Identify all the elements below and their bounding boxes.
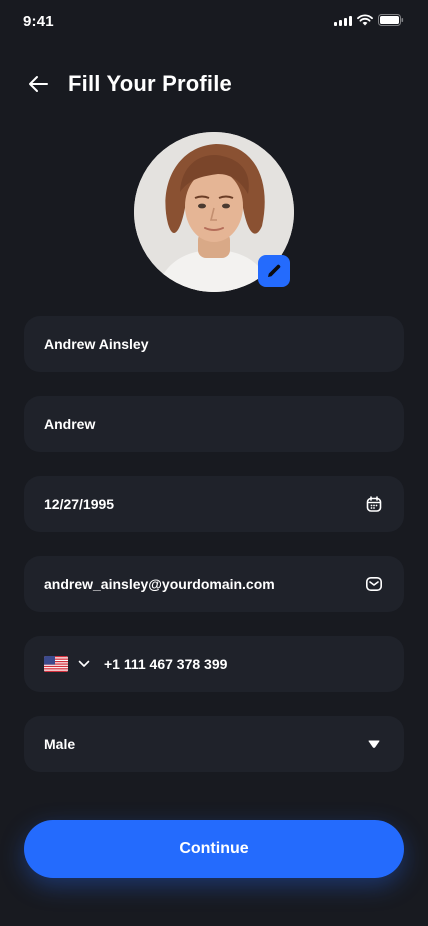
status-time: 9:41 [23, 13, 54, 30]
gender-select[interactable]: Male [24, 716, 404, 772]
avatar-container [134, 132, 294, 292]
full-name-value: Andrew Ainsley [44, 336, 149, 352]
continue-button[interactable]: Continue [24, 820, 404, 878]
phone-field[interactable]: +1 111 467 378 399 [24, 636, 404, 692]
battery-icon [378, 14, 404, 26]
date-of-birth-field[interactable]: 12/27/1995 [24, 476, 404, 532]
email-value: andrew_ainsley@yourdomain.com [44, 576, 275, 592]
header: Fill Your Profile [24, 64, 232, 104]
full-name-field[interactable]: Andrew Ainsley [24, 316, 404, 372]
calendar-icon[interactable] [364, 494, 384, 514]
chevron-down-icon [78, 660, 90, 667]
back-button[interactable] [24, 70, 52, 98]
page-title: Fill Your Profile [68, 71, 232, 96]
wifi-icon [357, 14, 373, 26]
country-code-dropdown[interactable] [78, 660, 90, 668]
caret-down-icon [364, 734, 384, 754]
date-of-birth-value: 12/27/1995 [44, 496, 115, 512]
email-field[interactable]: andrew_ainsley@yourdomain.com [24, 556, 404, 612]
status-bar: 9:41 [0, 0, 428, 44]
cellular-signal-icon [334, 15, 352, 26]
pencil-icon [268, 264, 281, 277]
arrow-left-icon [29, 76, 48, 92]
phone-value: +1 111 467 378 399 [104, 656, 228, 672]
nickname-field[interactable]: Andrew [24, 396, 404, 452]
us-flag-icon [44, 656, 68, 672]
edit-avatar-button[interactable] [258, 255, 290, 287]
nickname-value: Andrew [44, 416, 96, 432]
gender-value: Male [44, 736, 76, 752]
mail-icon [364, 574, 384, 594]
fill-profile-screen: 9:41 Fill Your Profile Andrew Ainsley An… [0, 0, 428, 926]
status-icons [334, 14, 404, 26]
